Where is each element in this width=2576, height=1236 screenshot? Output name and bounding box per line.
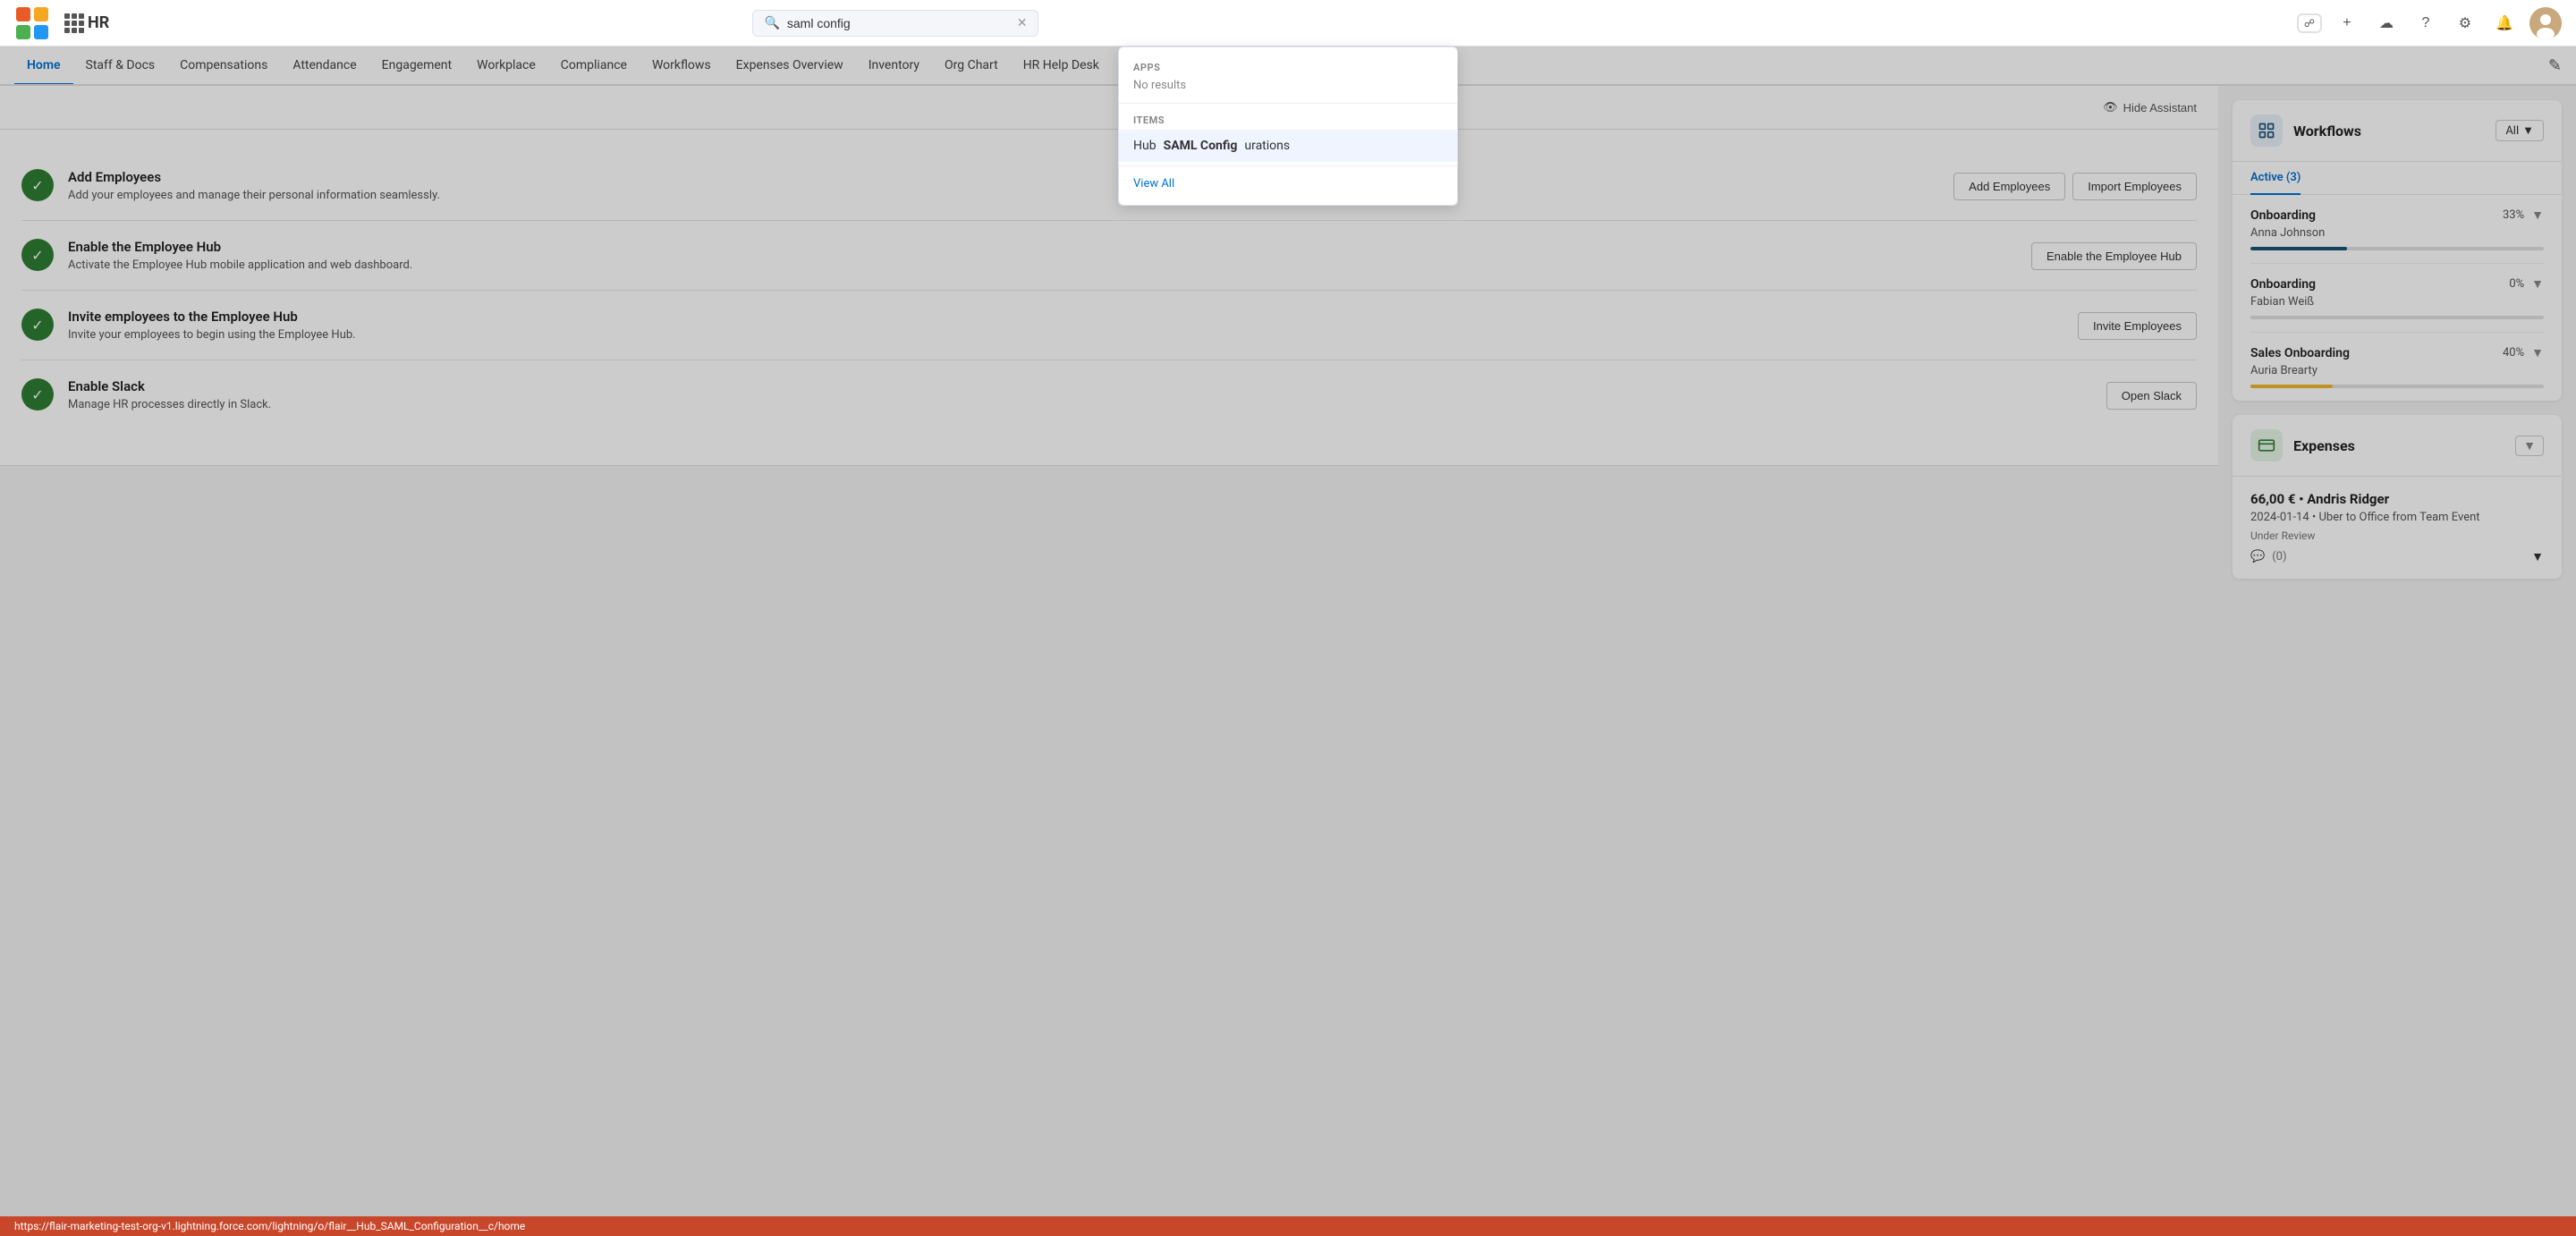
add-icon-btn[interactable]: + <box>2333 9 2361 38</box>
app-name: HR <box>88 13 109 32</box>
shortcut-box[interactable]: ☍ <box>2297 13 2322 33</box>
search-dropdown: Apps No results Items Hub SAML Config ura… <box>1118 47 1458 206</box>
dropdown-divider <box>1119 103 1457 104</box>
topbar: HR 🔍 saml config ✕ ☍ + ☁ ? ⚙ 🔔 <box>0 0 2576 47</box>
dropdown-item-suffix: urations <box>1244 139 1290 153</box>
dropdown-item-prefix: Hub <box>1133 139 1157 153</box>
search-input[interactable]: saml config <box>787 16 1010 30</box>
status-url: https://flair-marketing-test-org-v1.ligh… <box>14 1220 525 1232</box>
cloud-icon-btn[interactable]: ☁ <box>2372 9 2401 38</box>
notification-icon-btn[interactable]: 🔔 <box>2490 9 2519 38</box>
dropdown-divider-2 <box>1119 165 1457 166</box>
search-icon: 🔍 <box>764 16 779 30</box>
apps-section-label: Apps <box>1119 55 1457 77</box>
view-all-link[interactable]: View All <box>1119 170 1457 198</box>
search-container: 🔍 saml config ✕ <box>752 10 1038 37</box>
app-grid-icon[interactable] <box>61 10 88 37</box>
apps-no-results: No results <box>1119 77 1457 99</box>
shortcut-icon: ☍ <box>2304 17 2315 30</box>
user-avatar[interactable] <box>2529 7 2562 39</box>
items-section-label: Items <box>1119 107 1457 130</box>
settings-icon-btn[interactable]: ⚙ <box>2451 9 2479 38</box>
app-logo[interactable] <box>14 5 50 41</box>
status-bar: https://flair-marketing-test-org-v1.ligh… <box>0 1216 2576 1236</box>
dropdown-item-match: SAML Config <box>1164 139 1238 153</box>
topbar-right: ☍ + ☁ ? ⚙ 🔔 <box>2297 7 2562 39</box>
search-clear-icon[interactable]: ✕ <box>1017 16 1028 30</box>
help-icon-btn[interactable]: ? <box>2411 9 2440 38</box>
dropdown-item-saml[interactable]: Hub SAML Config urations <box>1119 130 1457 162</box>
